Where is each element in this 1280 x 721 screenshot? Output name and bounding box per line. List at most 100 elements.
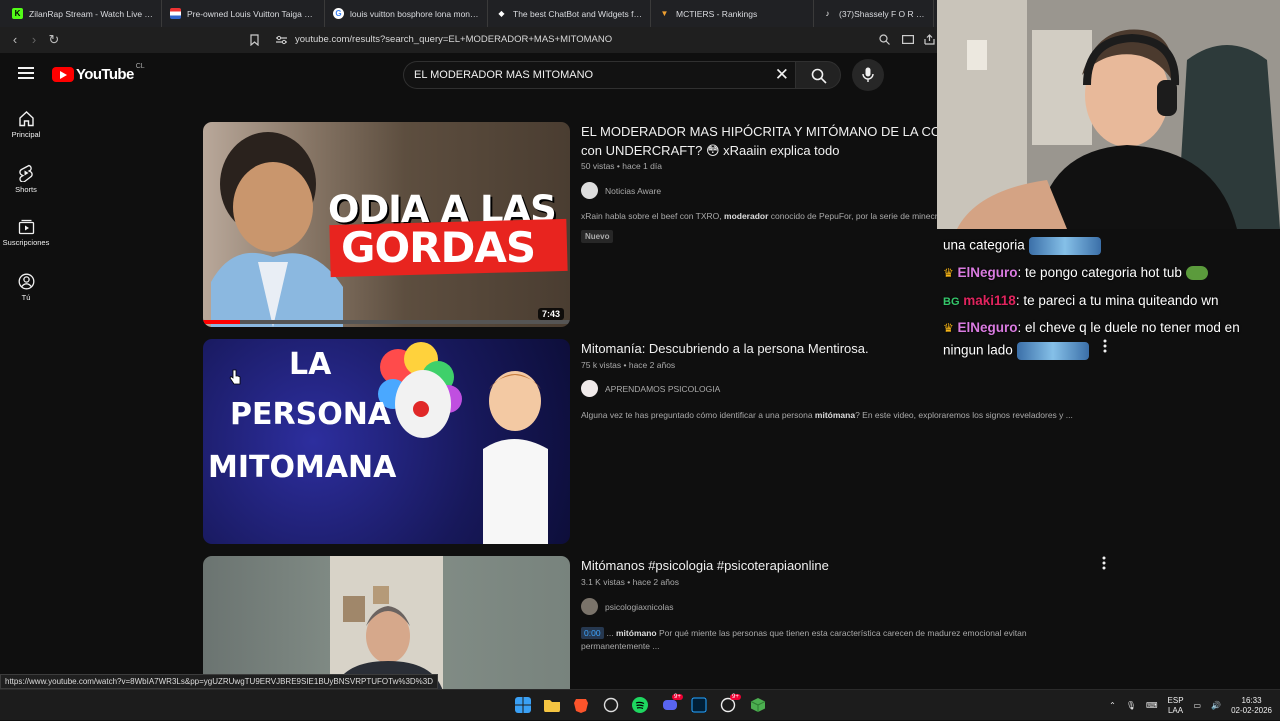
browser-tab[interactable]: K ZilanRap Stream - Watch Live on Kick (4, 0, 162, 27)
microphone-icon[interactable]: 🎙 (1126, 701, 1136, 710)
video-title-line: con UNDERCRAFT? 😳 xRaaiin explica todo (581, 143, 840, 158)
browser-tab[interactable]: ♪ (37)Shassely F O R E V E R @ (814, 0, 934, 27)
video-thumbnail[interactable]: ODIA A LAS GORDAS 7:43 (203, 122, 570, 327)
clock[interactable]: 16:33 02-02-2026 (1231, 696, 1272, 716)
thumbnail-art (330, 556, 443, 691)
shorts-icon (19, 164, 33, 182)
video-meta: 3.1 K vistas • hace 2 años (581, 577, 679, 587)
sidebar-item-shorts[interactable]: Shorts (0, 164, 52, 194)
chapter-timestamp[interactable]: 0:00 (581, 627, 604, 639)
search-input[interactable]: EL MODERADOR MAS MITOMANO ✕ (403, 61, 795, 89)
photoshop-icon[interactable] (691, 697, 707, 713)
search-icon (811, 68, 827, 84)
brave-browser-icon[interactable] (573, 697, 589, 713)
video-title[interactable]: EL MODERADOR MAS HIPÓCRITA Y MITÓMANO DE… (581, 122, 961, 160)
back-icon[interactable]: ‹ (7, 32, 23, 48)
chat-message: BG maki118: te pareci a tu mina quiteand… (943, 293, 1218, 308)
video-title[interactable]: Mitómanos #psicologia #psicoterapiaonlin… (581, 556, 829, 575)
more-options-icon[interactable] (1101, 556, 1107, 570)
crown-icon: ♛ (943, 266, 954, 280)
thumbnail-text: LA (289, 347, 332, 382)
crown-icon: ♛ (943, 321, 954, 335)
address-bar[interactable]: youtube.com/results?search_query=EL+MODE… (244, 30, 944, 50)
thumbnail-text: GORDAS (341, 223, 536, 272)
thumbnail-text: MITOMANA (208, 450, 397, 485)
network-icon[interactable]: ▭ (1194, 701, 1202, 710)
channel-link[interactable]: Noticias Aware (581, 182, 661, 199)
browser-tab[interactable]: Pre-owned Louis Vuitton Taiga Stripe (162, 0, 325, 27)
more-options-icon[interactable] (1102, 339, 1108, 353)
emote-icon (1028, 237, 1101, 255)
volume-icon[interactable]: 🔊 (1211, 701, 1221, 710)
sidebar-label: Suscripciones (2, 238, 50, 247)
youtube-logo[interactable]: YouTube CL (52, 63, 145, 83)
chat-username: ElNeguro (957, 265, 1018, 280)
video-title[interactable]: Mitomanía: Descubriendo a la persona Men… (581, 339, 869, 358)
video-meta: 75 k vistas • hace 2 años (581, 360, 676, 370)
bookmark-icon[interactable] (250, 34, 259, 46)
minecraft-icon[interactable] (750, 697, 766, 713)
tab-title: Pre-owned Louis Vuitton Taiga Stripe (187, 8, 316, 19)
chat-username: ElNeguro (957, 320, 1018, 335)
country-code: CL (135, 63, 145, 70)
sidebar-item-you[interactable]: Tú (0, 273, 52, 302)
chat-message: una categoria (943, 237, 1101, 255)
video-description: 0:00... mitómano Por qué miente las pers… (581, 627, 1027, 653)
clear-search-icon[interactable]: ✕ (775, 66, 789, 84)
clock-date: 02-02-2026 (1231, 705, 1272, 715)
avatar (581, 182, 598, 199)
search-button[interactable] (795, 61, 841, 89)
sidebar-label: Tú (21, 293, 31, 302)
avatar (581, 380, 598, 397)
sidebar-item-subscriptions[interactable]: Suscripciones (0, 218, 52, 247)
language-indicator[interactable]: ESP LAA (1168, 696, 1184, 716)
channel-link[interactable]: psicologiaxnicolas (581, 598, 674, 615)
description-text: Por qué miente las personas que tienen e… (656, 628, 1027, 638)
voice-search-button[interactable] (852, 59, 884, 91)
home-icon (18, 111, 34, 127)
chatgpt-icon[interactable] (603, 697, 619, 713)
mctiers-icon: ▼ (660, 9, 669, 18)
reload-icon[interactable]: ↻ (46, 32, 62, 48)
tab-title: ZilanRap Stream - Watch Live on Kick (29, 8, 153, 19)
description-text: Alguna vez te has preguntado cómo identi… (581, 410, 815, 420)
browser-tab[interactable]: ◆ The best ChatBot and Widgets for Kick (488, 0, 651, 27)
site-settings-icon[interactable] (276, 35, 287, 45)
video-description: Alguna vez te has preguntado cómo identi… (581, 409, 1073, 422)
video-thumbnail[interactable] (203, 556, 570, 691)
cast-icon[interactable] (902, 35, 914, 44)
avatar (581, 598, 598, 615)
forward-icon[interactable]: › (26, 32, 42, 48)
browser-tab[interactable]: G louis vuitton bosphore lona monogram (325, 0, 488, 27)
chat-message: ♛ ElNeguro: te pongo categoria hot tub (943, 265, 1208, 281)
link-status-bar: https://www.youtube.com/watch?v=8WbIA7WR… (0, 674, 439, 689)
channel-link[interactable]: APRENDAMOS PSICOLOGIA (581, 380, 720, 397)
streamer-webcam (937, 0, 1280, 229)
microphone-icon (862, 67, 874, 82)
menu-icon[interactable] (18, 67, 34, 81)
zoom-icon[interactable] (879, 34, 890, 45)
store-icon (170, 8, 181, 19)
share-icon[interactable] (924, 34, 935, 45)
chevron-up-icon[interactable]: ⌃ (1109, 701, 1116, 710)
tab-title: The best ChatBot and Widgets for Kick (513, 8, 642, 19)
sidebar-item-home[interactable]: Principal (0, 110, 52, 139)
description-text: ... (606, 628, 616, 638)
windows-taskbar: 9+ 9+ ⌃ 🎙 ⌨ ESP LAA ▭ 🔊 16:33 02-02-2026 (0, 689, 1280, 720)
pepe-emote-icon (1185, 266, 1208, 281)
chat-text: : el cheve q le duele no tener mod en (1017, 320, 1240, 335)
video-duration: 7:43 (537, 308, 564, 320)
tab-title: MCTIERS - Rankings (676, 8, 758, 19)
spotify-icon[interactable] (632, 697, 648, 713)
browser-tab[interactable]: ▼ MCTIERS - Rankings (651, 0, 814, 27)
youtube-header: YouTube CL EL MODERADOR MAS MITOMANO ✕ (0, 53, 940, 99)
user-icon (18, 273, 34, 290)
new-badge: Nuevo (581, 230, 614, 243)
channel-name: Noticias Aware (605, 185, 662, 196)
chat-text: ningun lado (943, 342, 1013, 358)
channel-name: APRENDAMOS PSICOLOGIA (605, 383, 721, 394)
windows-start-icon[interactable] (515, 697, 531, 713)
file-explorer-icon[interactable] (544, 697, 560, 713)
video-thumbnail[interactable]: LA PERSONA MITOMANA (203, 339, 570, 544)
keyboard-icon[interactable]: ⌨ (1146, 701, 1158, 710)
